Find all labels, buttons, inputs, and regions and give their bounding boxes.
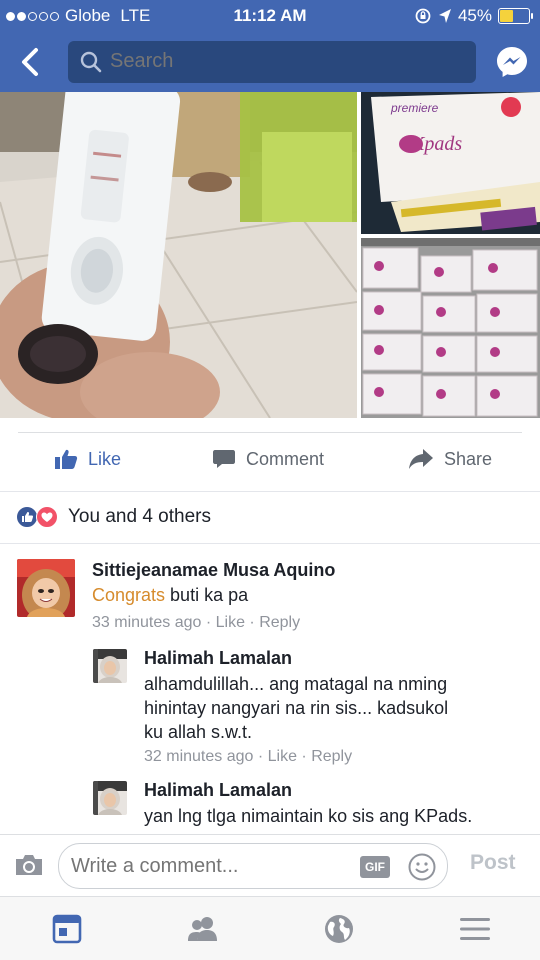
status-bar: Globe LTE 11:12 AM 45%	[0, 0, 540, 32]
post-actions: Like Comment Share	[0, 436, 540, 488]
commenter-avatar[interactable]	[17, 559, 75, 617]
photo-brand-text: premiere	[390, 101, 439, 115]
bottom-tab-bar	[0, 896, 540, 960]
tab-notifications[interactable]	[322, 913, 356, 945]
location-arrow-icon	[438, 9, 451, 23]
battery-icon	[498, 8, 533, 24]
camera-icon	[16, 855, 42, 875]
photo-kpads-boxes[interactable]	[361, 238, 540, 418]
like-label: Like	[88, 448, 122, 469]
reply-text: alhamdulillah... ang matagal na nming hi…	[144, 672, 448, 744]
photo-kpads-product[interactable]: premiere Kpads	[361, 92, 540, 234]
comment-reply-link[interactable]: Reply	[259, 614, 300, 631]
reply-text: yan lng tlga nimaintain ko sis ang KPads…	[144, 804, 472, 828]
speech-bubble-icon	[213, 450, 235, 468]
search-icon	[80, 51, 102, 73]
news-feed-icon	[52, 914, 82, 944]
friends-icon	[188, 917, 217, 941]
back-button[interactable]	[14, 44, 50, 80]
reply-avatar[interactable]	[93, 649, 127, 683]
reply-meta: 32 minutes ago · Like · Reply	[144, 748, 353, 765]
like-button[interactable]: Like	[54, 448, 121, 470]
status-right: 45%	[414, 6, 533, 26]
emoji-button[interactable]	[407, 852, 437, 882]
rotation-lock-icon	[415, 8, 431, 24]
share-label: Share	[444, 448, 493, 469]
reply-avatar[interactable]	[93, 781, 127, 815]
share-button[interactable]: Share	[408, 448, 492, 470]
reply-text-line: hinintay nangyari na rin sis... kadsukol	[144, 698, 449, 718]
reply-author[interactable]: Halimah Lamalan	[144, 648, 292, 669]
reply-time: 32 minutes ago	[144, 748, 254, 765]
reply-text-line: yan lng tlga nimaintain ko sis ang KPads…	[144, 806, 473, 826]
comment-input[interactable]	[71, 855, 351, 878]
smiley-icon	[408, 853, 436, 881]
reactions-separator	[0, 543, 540, 544]
comment-input-box[interactable]: GIF	[58, 843, 448, 889]
reaction-summary[interactable]: You and 4 others	[16, 506, 211, 528]
comment-highlight[interactable]: Congrats	[92, 585, 165, 605]
post-button[interactable]: Post	[470, 851, 516, 875]
comment-label: Comment	[246, 448, 325, 469]
tab-friends[interactable]	[186, 913, 220, 945]
messenger-icon	[497, 47, 527, 77]
comment-like-link[interactable]: Like	[216, 614, 245, 631]
comment-body: buti ka pa	[165, 585, 249, 605]
photo-divider	[18, 432, 522, 433]
comment-meta: 33 minutes ago · Like · Reply	[92, 614, 301, 631]
comment-text: Congrats buti ka pa	[92, 583, 248, 607]
reply-like-link[interactable]: Like	[268, 748, 297, 765]
gif-button[interactable]: GIF	[360, 856, 390, 878]
actions-separator	[0, 491, 540, 492]
photo-pregnancy-test[interactable]	[0, 92, 357, 418]
tab-menu[interactable]	[458, 913, 492, 945]
top-navigation-bar	[0, 32, 540, 92]
post-photo-grid: premiere Kpads	[0, 92, 540, 418]
messenger-button[interactable]	[494, 44, 530, 80]
reaction-summary-text: You and 4 others	[68, 506, 211, 527]
comment-time: 33 minutes ago	[92, 614, 202, 631]
search-input[interactable]	[110, 50, 450, 73]
tab-news-feed[interactable]	[50, 913, 84, 945]
thumbs-up-icon	[55, 449, 78, 469]
menu-icon	[460, 918, 490, 940]
comment-button[interactable]: Comment	[212, 448, 324, 470]
battery-percent: 45%	[457, 6, 492, 25]
comment-composer: GIF Post	[0, 834, 540, 896]
camera-button[interactable]	[14, 853, 44, 877]
reply-text-line: ku allah s.w.t.	[144, 722, 253, 742]
reply-author[interactable]: Halimah Lamalan	[144, 780, 292, 801]
globe-icon	[325, 915, 353, 943]
love-reaction-icon	[36, 506, 58, 528]
share-arrow-icon	[409, 449, 433, 469]
comment-author[interactable]: Sittiejeanamae Musa Aquino	[92, 560, 335, 581]
search-bar[interactable]	[68, 41, 476, 83]
chevron-left-icon	[22, 48, 38, 76]
reply-text-line: alhamdulillah... ang matagal na nming	[144, 674, 448, 694]
reply-reply-link[interactable]: Reply	[311, 748, 352, 765]
